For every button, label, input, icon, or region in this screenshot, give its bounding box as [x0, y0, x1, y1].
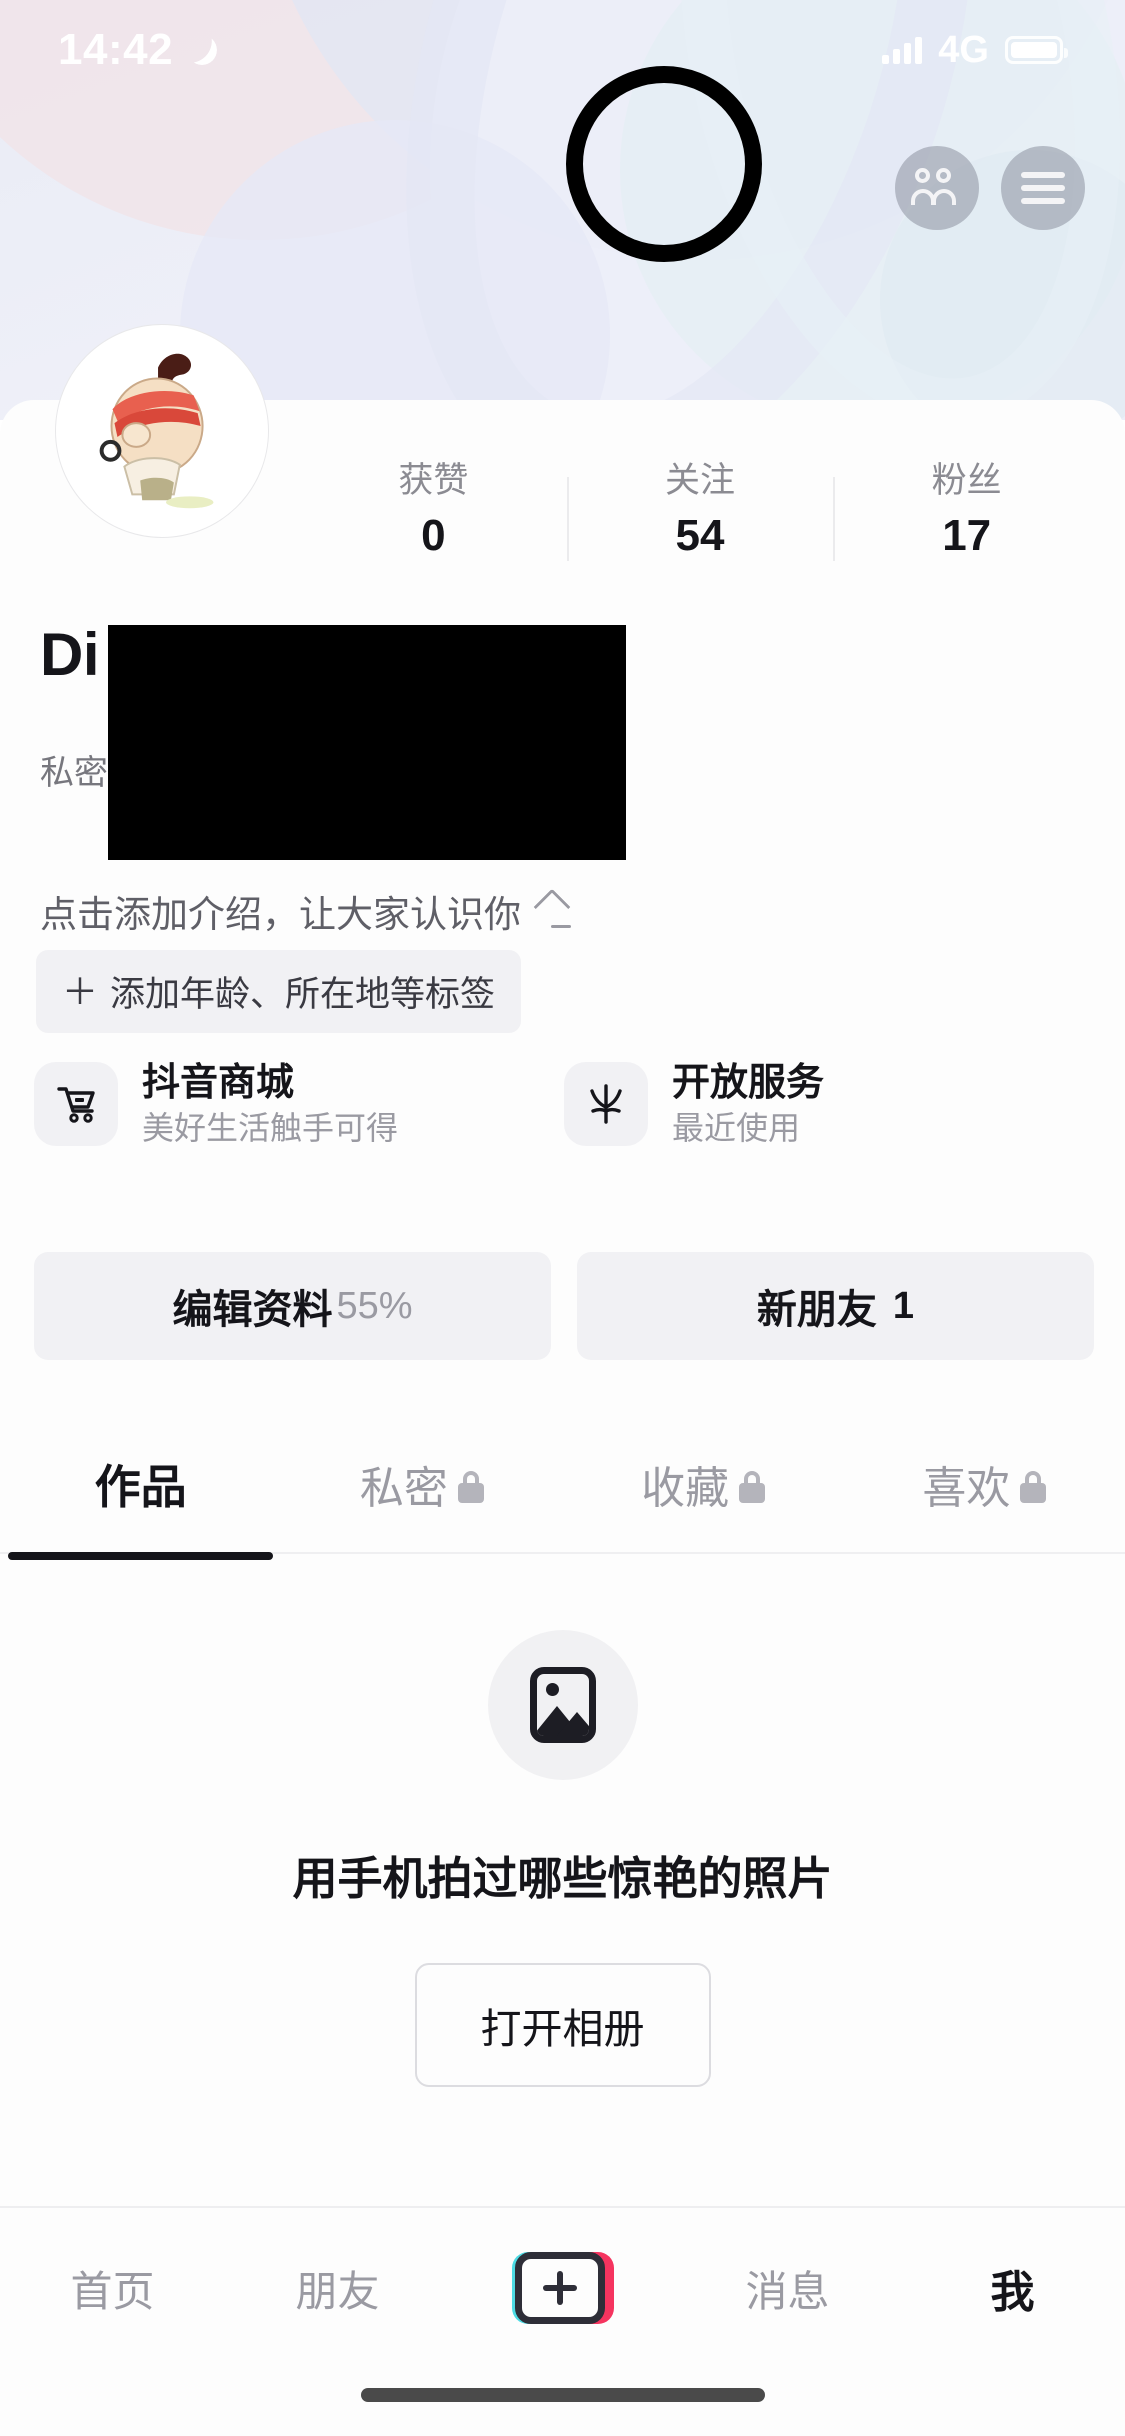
redaction-overlay: [108, 625, 626, 860]
nav-home[interactable]: 首页: [0, 2258, 225, 2319]
add-tags-label: 添加年龄、所在地等标签: [110, 975, 496, 1014]
nav-label: 我: [990, 2268, 1035, 2317]
active-tab-underline: [8, 1552, 274, 1560]
tab-works[interactable]: 作品: [0, 1408, 281, 1560]
tab-label: 喜欢: [922, 1464, 1011, 1513]
plus-icon: [514, 2252, 605, 2324]
battery-icon: [1005, 36, 1068, 64]
tab-label: 作品: [94, 1461, 187, 1513]
header-actions: [895, 146, 1085, 230]
display-name: Di: [40, 621, 100, 688]
lock-icon: [1020, 1471, 1047, 1503]
moon-icon: [187, 35, 217, 65]
shopping-cart-icon: [34, 1062, 118, 1146]
stat-value: 54: [675, 510, 725, 560]
profile-handle: 私密: [40, 754, 108, 792]
empty-state: 用手机拍过哪些惊艳的照片 打开相册: [0, 1630, 1125, 2087]
status-bar: 14:42 4G: [0, 0, 1125, 100]
network-label: 4G: [938, 28, 989, 71]
find-friends-icon: [911, 168, 960, 208]
stat-label: 关注: [665, 460, 736, 500]
nav-friends[interactable]: 朋友: [225, 2258, 450, 2319]
status-bar-right: 4G: [882, 28, 1068, 72]
edit-profile-label: 编辑资料: [172, 1288, 333, 1332]
avatar[interactable]: [56, 325, 268, 537]
tab-liked[interactable]: 喜欢: [844, 1408, 1125, 1560]
nav-label: 首页: [70, 2267, 155, 2315]
service-subtitle: 美好生活触手可得: [142, 1110, 399, 1146]
bottom-navigation: 首页 朋友 消息 我: [0, 2206, 1125, 2436]
service-text: 抖音商城 美好生活触手可得: [142, 1064, 398, 1144]
service-title: 开放服务: [672, 1062, 825, 1104]
bio-row[interactable]: 点击添加介绍，让大家认识你: [40, 884, 573, 938]
pencil-icon: [533, 888, 573, 930]
edit-profile-progress: 55%: [336, 1284, 413, 1327]
edit-profile-button[interactable]: 编辑资料 55%: [34, 1252, 551, 1360]
image-placeholder-icon: [487, 1630, 638, 1780]
stat-followers[interactable]: 粉丝 17: [833, 460, 1100, 561]
service-open-platform[interactable]: 开放服务 最近使用: [564, 1062, 1094, 1146]
new-friends-count: 1: [892, 1284, 915, 1327]
tab-favorites[interactable]: 收藏: [563, 1408, 844, 1560]
service-text: 开放服务 最近使用: [672, 1064, 824, 1144]
add-tags-chip[interactable]: ＋ 添加年龄、所在地等标签: [36, 950, 522, 1033]
create-plus-button: [511, 2252, 614, 2324]
new-friends-label: 新朋友: [756, 1288, 877, 1332]
stat-label: 粉丝: [931, 460, 1002, 500]
find-friends-button[interactable]: [895, 146, 979, 230]
service-subtitle: 最近使用: [672, 1110, 801, 1146]
plus-icon: ＋: [62, 970, 99, 1012]
lock-icon: [457, 1471, 484, 1503]
tab-label: 收藏: [641, 1464, 730, 1513]
profile-tabs: 作品 私密 收藏 喜欢: [0, 1408, 1125, 1560]
stat-value: 17: [942, 510, 992, 560]
bottom-nav-items: 首页 朋友 消息 我: [0, 2208, 1125, 2368]
open-service-star-icon: [564, 1062, 648, 1146]
stat-likes[interactable]: 获赞 0: [300, 463, 567, 558]
hamburger-menu-icon: [1021, 172, 1065, 204]
nav-label: 朋友: [295, 2267, 380, 2315]
picture-glyph: [529, 1667, 596, 1743]
tab-private[interactable]: 私密: [281, 1408, 562, 1560]
profile-stats: 获赞 0 关注 54 粉丝 17: [300, 445, 1100, 575]
service-title: 抖音商城: [142, 1062, 295, 1104]
nav-label: 消息: [745, 2267, 830, 2315]
avatar-cartoon-image: [63, 332, 261, 530]
tab-label: 私密: [359, 1464, 448, 1513]
home-indicator: [360, 2388, 765, 2402]
empty-state-title: 用手机拍过哪些惊艳的照片: [292, 1853, 833, 1904]
stat-value: 0: [421, 510, 446, 560]
menu-button[interactable]: [1001, 146, 1085, 230]
nav-create[interactable]: [450, 2252, 675, 2324]
open-album-button[interactable]: 打开相册: [414, 1963, 711, 2087]
service-mall[interactable]: 抖音商城 美好生活触手可得: [34, 1062, 564, 1146]
lock-icon: [739, 1471, 766, 1503]
stat-following[interactable]: 关注 54: [566, 460, 834, 561]
signal-bars-icon: [882, 36, 923, 64]
nav-me[interactable]: 我: [900, 2256, 1125, 2320]
status-bar-left: 14:42: [58, 25, 217, 75]
new-friends-button[interactable]: 新朋友 1: [577, 1252, 1094, 1360]
service-entries: 抖音商城 美好生活触手可得 开放服务 最近使用: [34, 1062, 1094, 1146]
status-time: 14:42: [58, 25, 174, 74]
nav-messages[interactable]: 消息: [675, 2258, 900, 2319]
profile-action-buttons: 编辑资料 55% 新朋友 1: [34, 1252, 1094, 1360]
bio-placeholder: 点击添加介绍，让大家认识你: [40, 894, 521, 935]
stat-label: 获赞: [398, 460, 469, 500]
